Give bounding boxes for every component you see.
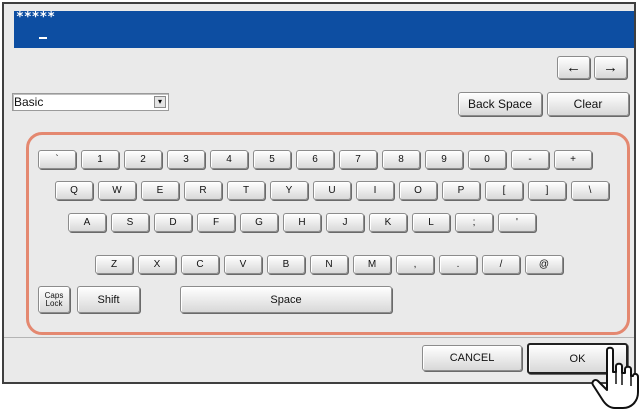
key[interactable]: ': [498, 213, 536, 232]
space-key[interactable]: Space: [180, 286, 392, 313]
key[interactable]: 7: [339, 150, 377, 169]
key[interactable]: B: [267, 255, 305, 274]
input-field[interactable]: *****: [14, 11, 634, 48]
key[interactable]: 4: [210, 150, 248, 169]
key[interactable]: 5: [253, 150, 291, 169]
key[interactable]: W: [98, 181, 136, 200]
masked-input-value: *****: [16, 10, 56, 25]
back-space-button[interactable]: Back Space: [458, 92, 542, 116]
arrow-right-icon: →: [603, 59, 618, 76]
key[interactable]: J: [326, 213, 364, 232]
key[interactable]: \: [571, 181, 609, 200]
key[interactable]: Q: [55, 181, 93, 200]
select-value: Basic: [14, 95, 44, 109]
key[interactable]: X: [138, 255, 176, 274]
key[interactable]: E: [141, 181, 179, 200]
hand-pointer-icon: [591, 346, 639, 409]
key[interactable]: L: [412, 213, 450, 232]
key[interactable]: 9: [425, 150, 463, 169]
key[interactable]: V: [224, 255, 262, 274]
key[interactable]: A: [68, 213, 106, 232]
arrow-left-icon: ←: [566, 59, 581, 76]
key[interactable]: ]: [528, 181, 566, 200]
text-cursor: [39, 37, 47, 39]
key[interactable]: O: [399, 181, 437, 200]
key[interactable]: C: [181, 255, 219, 274]
key[interactable]: T: [227, 181, 265, 200]
key[interactable]: 3: [167, 150, 205, 169]
key[interactable]: /: [482, 255, 520, 274]
cancel-button[interactable]: CANCEL: [422, 345, 522, 371]
shift-key[interactable]: Shift: [77, 286, 140, 313]
key[interactable]: @: [525, 255, 563, 274]
cursor-right-button[interactable]: →: [594, 56, 627, 79]
key[interactable]: +: [554, 150, 592, 169]
key[interactable]: N: [310, 255, 348, 274]
key[interactable]: [: [485, 181, 523, 200]
key[interactable]: U: [313, 181, 351, 200]
key[interactable]: .: [439, 255, 477, 274]
caps-lock-key[interactable]: Caps Lock: [38, 286, 70, 313]
key[interactable]: G: [240, 213, 278, 232]
key[interactable]: R: [184, 181, 222, 200]
key[interactable]: Y: [270, 181, 308, 200]
key[interactable]: 2: [124, 150, 162, 169]
key[interactable]: P: [442, 181, 480, 200]
key[interactable]: 0: [468, 150, 506, 169]
key[interactable]: F: [197, 213, 235, 232]
key[interactable]: 8: [382, 150, 420, 169]
key[interactable]: ,: [396, 255, 434, 274]
key[interactable]: K: [369, 213, 407, 232]
clear-button[interactable]: Clear: [547, 92, 629, 116]
key[interactable]: I: [356, 181, 394, 200]
key[interactable]: ;: [455, 213, 493, 232]
key[interactable]: Z: [95, 255, 133, 274]
key[interactable]: S: [111, 213, 149, 232]
key[interactable]: H: [283, 213, 321, 232]
keyboard-type-select[interactable]: Basic ▾: [12, 93, 169, 111]
chevron-down-icon: ▾: [154, 96, 166, 108]
key[interactable]: `: [38, 150, 76, 169]
key[interactable]: M: [353, 255, 391, 274]
key[interactable]: D: [154, 213, 192, 232]
key[interactable]: -: [511, 150, 549, 169]
caps-lock-label-line2: Lock: [45, 298, 63, 308]
key[interactable]: 1: [81, 150, 119, 169]
key[interactable]: 6: [296, 150, 334, 169]
cursor-left-button[interactable]: ←: [557, 56, 590, 79]
divider: [4, 337, 634, 338]
